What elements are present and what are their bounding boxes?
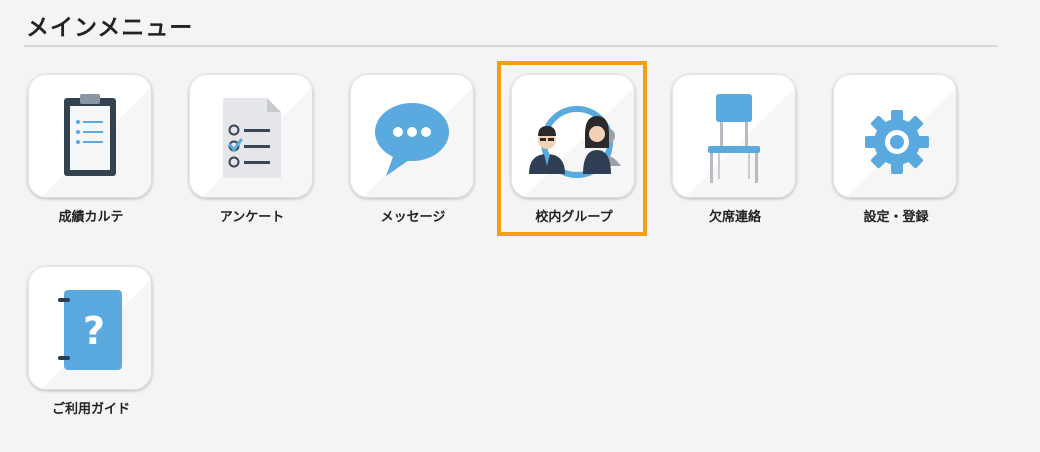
menu-tile[interactable]: ? — [28, 266, 152, 390]
menu-item-user-guide[interactable]: ? ご利用ガイド — [26, 254, 156, 417]
page-title: メインメニュー — [26, 15, 194, 41]
speech-bubble-icon — [375, 103, 449, 176]
group-people-icon — [529, 106, 621, 178]
menu-item-survey[interactable]: アンケート — [187, 62, 317, 225]
help-guide-icon: ? — [58, 290, 122, 370]
clipboard-icon — [64, 94, 116, 176]
svg-text:?: ? — [83, 309, 105, 353]
menu-tile[interactable] — [28, 74, 152, 198]
menu-item-label: ご利用ガイド — [51, 402, 130, 417]
menu-item-label: メッセージ — [380, 210, 446, 225]
menu-item-absence-notice[interactable]: 欠席連絡 — [670, 62, 800, 225]
menu-tile[interactable] — [189, 74, 313, 198]
menu-item-grade-chart[interactable]: 成績カルテ — [26, 62, 156, 225]
survey-checklist-icon — [223, 98, 281, 178]
menu-item-label: 校内グループ — [535, 210, 613, 225]
title-divider — [24, 45, 998, 47]
menu-item-label: 設定・登録 — [863, 210, 929, 225]
gear-icon — [865, 110, 929, 174]
menu-item-label: 成績カルテ — [58, 210, 124, 225]
menu-tile[interactable] — [833, 74, 957, 198]
menu-tile[interactable] — [350, 74, 474, 198]
menu-item-settings[interactable]: 設定・登録 — [831, 62, 961, 225]
chair-icon — [708, 94, 760, 183]
menu-item-message[interactable]: メッセージ — [348, 62, 478, 225]
menu-item-label: アンケート — [219, 210, 285, 225]
menu-tile[interactable] — [511, 74, 635, 198]
menu-tile[interactable] — [672, 74, 796, 198]
menu-item-school-group[interactable]: 校内グループ — [509, 62, 639, 225]
menu-item-label: 欠席連絡 — [708, 210, 761, 225]
